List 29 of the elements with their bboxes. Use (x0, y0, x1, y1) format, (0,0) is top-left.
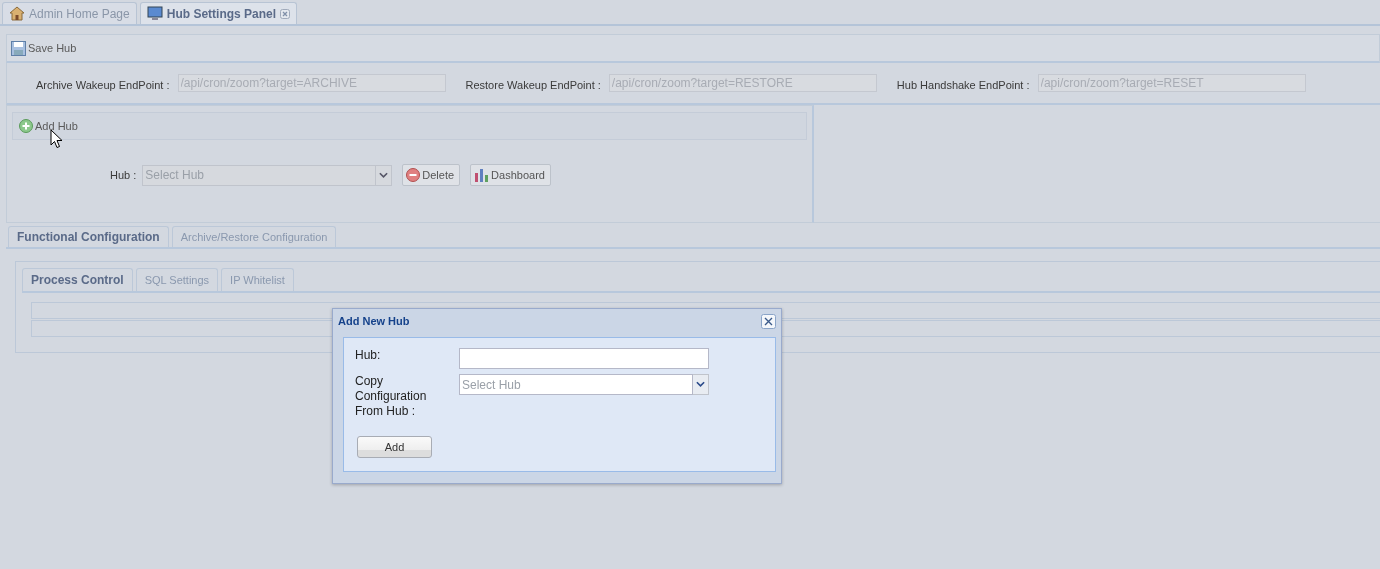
dialog-title: Add New Hub (338, 315, 410, 327)
page-tab[interactable]: Hub Settings Panel (139, 2, 298, 24)
field-label: Hub: (355, 348, 382, 364)
sub-tab[interactable]: SQL Settings (135, 268, 219, 291)
delete-button[interactable]: Delete (402, 164, 461, 186)
hub-select-field[interactable]: Select Hub (142, 164, 377, 186)
minus-circle-icon (406, 168, 421, 182)
add-button[interactable]: Add (357, 436, 432, 458)
save-hub-button[interactable]: Save Hub (11, 40, 77, 56)
hub-label: Hub : (110, 169, 137, 181)
sub-tab[interactable]: Process Control (22, 268, 133, 291)
field-label: Hub Handshake EndPoint : (896, 79, 1030, 91)
field-label: Archive Wakeup EndPoint : (36, 79, 170, 91)
house-icon (9, 6, 25, 21)
config-tab[interactable]: Functional Configuration (8, 226, 169, 247)
close-icon[interactable] (761, 313, 776, 329)
config-tab[interactable]: Archive/Restore Configuration (171, 226, 337, 247)
page-tab[interactable]: Admin Home Page (2, 2, 137, 24)
field-label: Restore Wakeup EndPoint : (465, 79, 601, 91)
hub-select-field[interactable]: Select Hub (459, 374, 693, 395)
dashboard-button[interactable]: Dashboard (470, 164, 551, 186)
field-label: Copy Configuration From Hub : (355, 374, 428, 419)
add-hub-button[interactable]: Add Hub (19, 119, 78, 133)
hub-name-field[interactable] (459, 348, 709, 369)
monitor-icon (146, 6, 163, 21)
plus-circle-icon (19, 119, 33, 133)
mouse-pointer-icon (50, 129, 63, 149)
sub-tab[interactable]: IP Whitelist (221, 268, 294, 291)
bar-chart-icon (474, 168, 490, 182)
